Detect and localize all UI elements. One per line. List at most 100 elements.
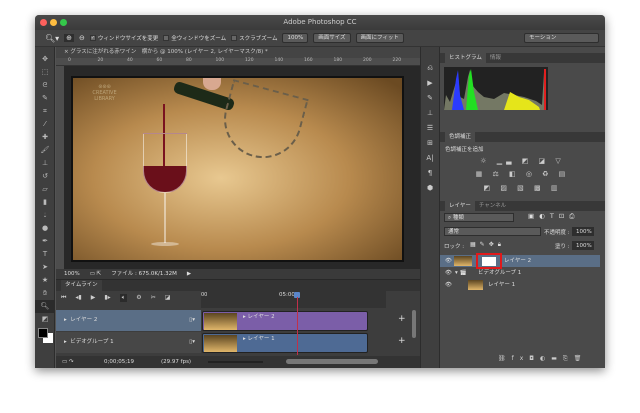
foreground-color[interactable] xyxy=(38,328,48,338)
path-select-tool-icon[interactable]: ➤ xyxy=(35,261,55,274)
eyedropper-tool-icon[interactable]: ⁄ xyxy=(35,118,55,131)
document-tab[interactable]: × グラスに注がれる赤ワイン 横から @ 100% (レイヤー 2, レイヤーマ… xyxy=(56,47,420,58)
track-row[interactable]: ▸ レイヤー 2 ▯▾ xyxy=(56,310,201,331)
status-menu-arrow[interactable]: ▶ xyxy=(187,269,191,279)
lasso-tool-icon[interactable]: ᘓ xyxy=(35,79,55,92)
fill-field[interactable]: 100% xyxy=(572,241,594,250)
eraser-tool-icon[interactable]: ▱ xyxy=(35,183,55,196)
tab-info[interactable]: 情報 xyxy=(486,53,505,63)
fill-screen-button[interactable]: 画面にフィット xyxy=(355,33,404,43)
paragraph-icon[interactable]: ¶ xyxy=(421,166,439,181)
expand-arrow-icon[interactable]: ▾ 🎬︎ xyxy=(455,267,467,279)
zoom-in-icon[interactable]: ⊕ xyxy=(64,34,75,42)
checkbox[interactable] xyxy=(163,35,170,41)
time-ruler[interactable]: 00 05:00 xyxy=(201,291,386,308)
brush-tool-icon[interactable]: 🖌︎ xyxy=(35,144,55,157)
previous-frame-icon[interactable]: ◂▮ xyxy=(75,294,81,302)
history-brush-icon[interactable]: ↺ xyxy=(35,170,55,183)
layer-footer-icons[interactable]: ⛓fx◘◐▬⎘🗑︎ xyxy=(498,355,587,363)
vertical-scrollbar[interactable] xyxy=(412,310,416,338)
close-button[interactable] xyxy=(40,19,47,26)
play-icon[interactable]: ▶ xyxy=(91,294,96,302)
film-icon[interactable]: ▯▾ xyxy=(189,310,195,331)
adjustments-header: 色調補正 xyxy=(440,132,605,142)
visibility-eye-icon[interactable]: 👁︎ xyxy=(445,267,452,279)
tab-channels[interactable]: チャンネル xyxy=(475,201,510,211)
tab-adjustments[interactable]: 色調補正 xyxy=(445,132,476,142)
layer-row-selected[interactable]: 👁︎ レイヤー 2 xyxy=(440,253,600,269)
blend-mode-select[interactable]: 通常 xyxy=(444,227,541,236)
zoom-button[interactable] xyxy=(60,19,67,26)
next-frame-icon[interactable]: ▮▸ xyxy=(104,294,110,302)
timeline-tab[interactable]: タイムライン xyxy=(56,280,420,291)
stamp-tool-icon[interactable]: ⊥ xyxy=(35,157,55,170)
adjustment-icons-row[interactable]: ◩ ▨ ▧ ▩ ▥ xyxy=(440,184,605,192)
adjustment-icons-row[interactable]: ☼ ▁▃ ◩ ◪ ▽ xyxy=(440,157,605,165)
tab-histogram[interactable]: ヒストグラム xyxy=(445,53,486,63)
zoom-slider[interactable] xyxy=(208,361,263,363)
checkbox[interactable]: ✓ xyxy=(89,35,96,41)
horizontal-scrollbar[interactable] xyxy=(286,359,378,364)
marquee-tool-icon[interactable]: ⬚ xyxy=(35,66,55,79)
ruler-tick: 100 xyxy=(215,58,225,63)
clip-layer-1[interactable]: ▸ レイヤー 1 xyxy=(202,333,368,353)
dodge-tool-icon[interactable]: ● xyxy=(35,222,55,235)
hand-tool-icon[interactable]: ✋︎ xyxy=(35,287,55,300)
type-tool-icon[interactable]: T xyxy=(35,248,55,261)
character-icon[interactable]: A| xyxy=(421,151,439,166)
go-to-first-frame-icon[interactable]: ⏮ xyxy=(61,294,66,302)
workspace-select[interactable]: モーション xyxy=(524,33,599,43)
film-icon[interactable]: ▯▾ xyxy=(189,332,195,353)
pen-tool-icon[interactable]: ✒ xyxy=(35,235,55,248)
transition-icon[interactable]: ◪ xyxy=(165,294,171,302)
default-colors-icon[interactable]: ◩ xyxy=(35,313,55,326)
navigator-icon[interactable]: ⊞ xyxy=(421,136,439,151)
filter-icons[interactable]: ▣◐T⊡⎙ xyxy=(528,212,579,221)
settings-icon[interactable]: ⚙︎ xyxy=(136,294,141,302)
layer-mask-thumbnail[interactable] xyxy=(482,257,496,266)
track-row[interactable]: ▸ ビデオグループ 1 ▯▾ xyxy=(56,332,201,353)
minimize-button[interactable] xyxy=(50,19,57,26)
convert-frames-icon[interactable]: ▭ ↷ xyxy=(62,356,74,368)
checkbox[interactable] xyxy=(231,35,238,41)
brush-panel-icon[interactable]: ✎ xyxy=(421,91,439,106)
layer-filter-select[interactable]: ⌕ 種類 xyxy=(444,213,514,222)
layer-row[interactable]: 👁︎ ▾ 🎬︎ ビデオグループ 1 xyxy=(440,267,600,279)
crop-tool-icon[interactable]: ⌗ xyxy=(35,105,55,118)
shape-tool-icon[interactable]: ★ xyxy=(35,274,55,287)
zoom-tool-icon[interactable]: 🔍︎▾ xyxy=(45,34,59,43)
opacity-field[interactable]: 100% xyxy=(572,227,594,236)
add-media-icon[interactable]: + xyxy=(398,336,406,346)
split-icon[interactable]: ✂ xyxy=(151,294,156,302)
visibility-eye-icon[interactable]: 👁︎ xyxy=(445,279,452,291)
history-icon[interactable]: ⎌ xyxy=(421,61,439,76)
properties-icon[interactable]: ☰ xyxy=(421,121,439,136)
fit-screen-button[interactable]: 画面サイズ xyxy=(313,33,351,43)
tab-layers[interactable]: レイヤー xyxy=(445,201,475,211)
zoom-out-icon[interactable]: ⊖ xyxy=(79,34,85,42)
resize-windows-checkbox[interactable]: ✓ ウィンドウサイズを変更 xyxy=(89,34,158,42)
zoom-100-button[interactable]: 100% xyxy=(282,33,309,43)
quick-select-tool-icon[interactable]: ✎ xyxy=(35,92,55,105)
3d-icon[interactable]: ⬢ xyxy=(421,181,439,196)
clone-source-icon[interactable]: ⊥ xyxy=(421,106,439,121)
layer-row[interactable]: 👁︎ レイヤー 1 xyxy=(440,279,600,291)
audio-icon[interactable]: 🔈︎ xyxy=(119,294,128,302)
zoom-tool-icon[interactable]: 🔍︎ xyxy=(35,300,55,313)
visibility-eye-icon[interactable]: 👁︎ xyxy=(445,255,452,267)
share-icon[interactable]: ▭ ⇱ xyxy=(90,269,102,279)
color-swatches[interactable] xyxy=(35,326,54,346)
move-tool-icon[interactable]: ✥ xyxy=(35,53,55,66)
adjustment-icons-row[interactable]: ▦ ⚖ ◧ ◎ ♻ ▤ xyxy=(440,170,605,178)
actions-icon[interactable]: ▶ xyxy=(421,76,439,91)
lock-icons[interactable]: ▦✎✥🔒︎ xyxy=(470,241,505,249)
clip-layer-2[interactable]: ▸ レイヤー 2 xyxy=(202,311,368,331)
blur-tool-icon[interactable]: 💧︎ xyxy=(35,209,55,222)
scrubby-zoom-checkbox[interactable]: スクラブズーム xyxy=(231,34,277,42)
healing-tool-icon[interactable]: ✚ xyxy=(35,131,55,144)
add-media-icon[interactable]: + xyxy=(398,314,406,324)
zoom-all-checkbox[interactable]: 全ウィンドウをズーム xyxy=(163,34,226,42)
gradient-tool-icon[interactable]: ▮ xyxy=(35,196,55,209)
zoom-level[interactable]: 100% xyxy=(64,269,80,279)
document-title: グラスに注がれる赤ワイン 横から @ 100% (レイヤー 2, レイヤーマスク… xyxy=(70,49,268,55)
